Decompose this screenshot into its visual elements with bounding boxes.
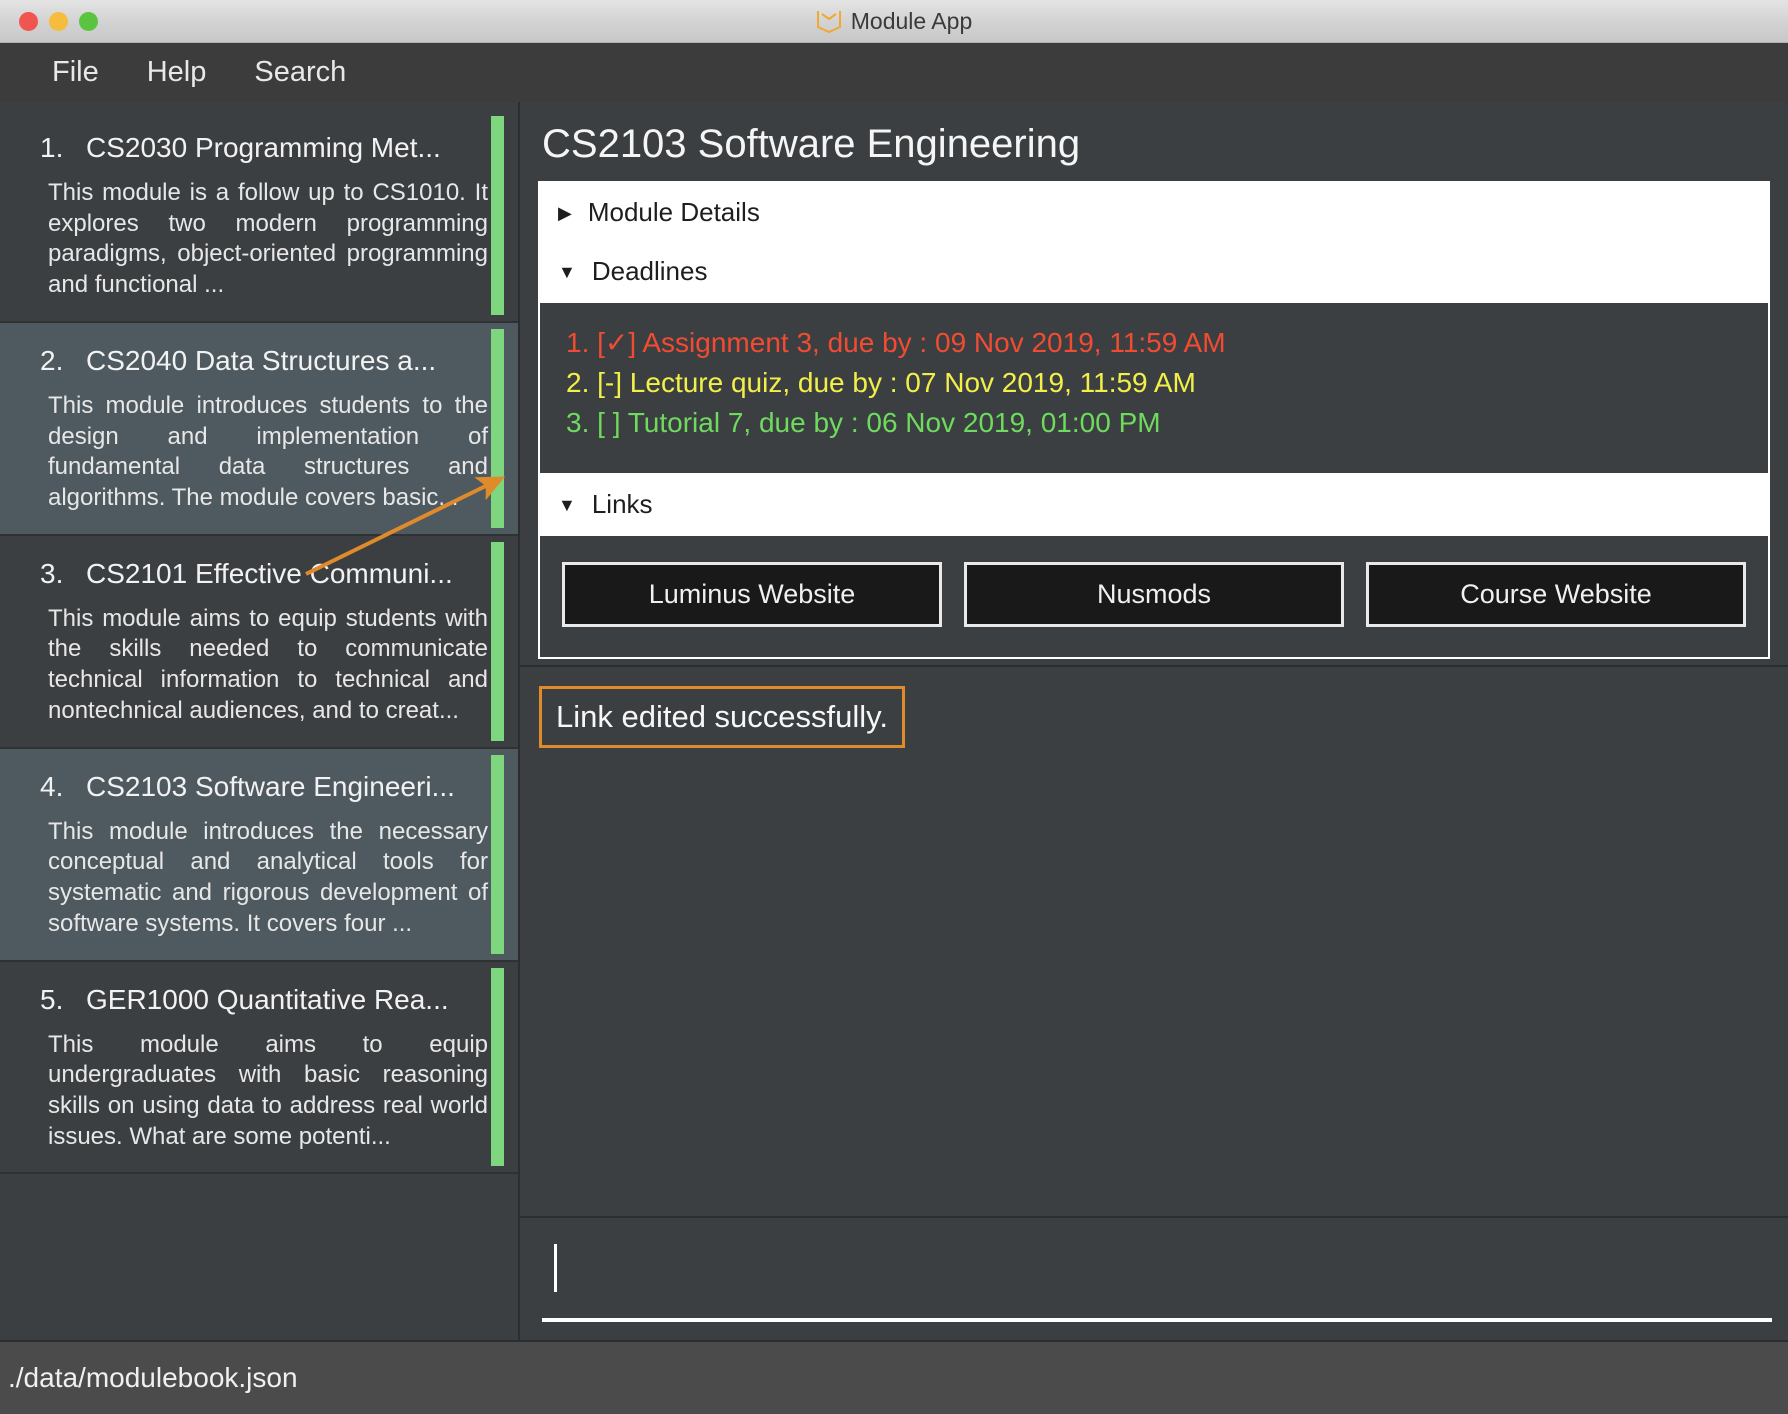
section-label-module-details: Module Details	[587, 197, 760, 227]
list-item-description: This module introduces the necessary con…	[48, 817, 488, 937]
menu-file[interactable]: File	[28, 52, 123, 93]
title-bar: Module App	[0, 0, 1788, 43]
chevron-down-icon: ▼	[558, 494, 576, 515]
command-input-area[interactable]	[520, 1218, 1788, 1340]
list-item-accent-bar	[491, 328, 504, 528]
list-item-header: 2. CS2040 Data Structures a...	[22, 335, 496, 391]
deadlines-list: 1. [✓] Assignment 3, due by : 09 Nov 201…	[540, 303, 1768, 473]
link-button-luminus[interactable]: Luminus Website	[562, 562, 942, 627]
list-item-index: 1.	[40, 132, 64, 163]
list-item-accent-bar	[491, 116, 504, 315]
deadline-row: 3. [ ] Tutorial 7, due by : 06 Nov 2019,…	[566, 406, 1161, 438]
menu-help[interactable]: Help	[123, 52, 231, 93]
list-item-index: 2.	[40, 344, 64, 376]
list-item-header: 1. CS2030 Programming Met...	[22, 122, 496, 178]
chevron-down-icon: ▼	[558, 261, 576, 282]
list-item-index: 4.	[40, 770, 64, 802]
list-item[interactable]: 2. CS2040 Data Structures a... This modu…	[0, 322, 518, 536]
list-item[interactable]: 3. CS2101 Effective Communi... This modu…	[0, 535, 518, 749]
list-item[interactable]: 1. CS2030 Programming Met... This module…	[0, 110, 518, 323]
deadline-row: 1. [✓] Assignment 3, due by : 09 Nov 201…	[566, 327, 1226, 358]
chevron-right-icon: ▶	[558, 202, 572, 223]
app-window: Module App File Help Search 1. CS2030 Pr…	[0, 0, 1788, 1414]
list-item[interactable]: 4. CS2103 Software Engineeri... This mod…	[0, 748, 518, 962]
list-item-accent-bar	[491, 967, 504, 1167]
module-list[interactable]: 1. CS2030 Programming Met... This module…	[0, 102, 518, 1340]
list-item-accent-bar	[491, 754, 504, 954]
module-detail-panel: CS2103 Software Engineering ▶ Module Det…	[305, 102, 1788, 1340]
maximize-button[interactable]	[79, 11, 98, 31]
page-title: CS2103 Software Engineering	[542, 122, 1081, 166]
status-message: Link edited successfully.	[539, 686, 905, 748]
module-header: CS2103 Software Engineering	[520, 102, 1788, 177]
result-display-area: Link edited successfully.	[520, 665, 1788, 1218]
command-input-underline	[542, 1318, 1772, 1322]
section-header-links[interactable]: ▼ Links	[540, 475, 1768, 534]
book-icon	[816, 9, 842, 34]
detail-accordion: ▶ Module Details ▼ Deadlines 1. [✓] Assi…	[538, 181, 1770, 659]
links-row: Luminus Website Nusmods Course Website	[560, 556, 1748, 643]
section-label-links: Links	[591, 489, 653, 519]
body-split: 1. CS2030 Programming Met... This module…	[0, 102, 1788, 1340]
status-bar: ./data/modulebook.json	[0, 1340, 1788, 1414]
deadline-row: 2. [-] Lecture quiz, due by : 07 Nov 201…	[566, 366, 1196, 398]
close-button[interactable]	[19, 11, 38, 31]
list-item-description: This module aims to equip students with …	[48, 604, 488, 724]
section-label-deadlines: Deadlines	[591, 256, 708, 286]
list-item-header: 3. CS2101 Effective Communi...	[22, 548, 496, 604]
list-item-header: 5. GER1000 Quantitative Rea...	[22, 974, 496, 1030]
list-item-index: 5.	[40, 983, 64, 1015]
list-item-description: This module aims to equip undergraduates…	[48, 1030, 488, 1150]
list-item-title: CS2103 Software Engineeri...	[86, 770, 455, 802]
link-button-nusmods[interactable]: Nusmods	[964, 562, 1344, 627]
text-caret	[554, 1244, 557, 1292]
section-header-module-details[interactable]: ▶ Module Details	[540, 183, 1768, 242]
save-location-path: ./data/modulebook.json	[8, 1362, 298, 1393]
list-item-index: 3.	[40, 557, 64, 589]
menu-search[interactable]: Search	[230, 52, 370, 93]
list-item-header: 4. CS2103 Software Engineeri...	[22, 761, 496, 817]
link-button-course[interactable]: Course Website	[1366, 562, 1746, 627]
list-item-title: GER1000 Quantitative Rea...	[86, 983, 449, 1015]
list-item-title: CS2040 Data Structures a...	[86, 344, 437, 376]
list-item-title: CS2030 Programming Met...	[86, 132, 441, 163]
links-container: Luminus Website Nusmods Course Website	[540, 536, 1768, 657]
module-list-panel: 1. CS2030 Programming Met... This module…	[0, 102, 520, 1340]
list-item-accent-bar	[491, 541, 504, 741]
list-item-description: This module is a follow up to CS1010. It…	[48, 179, 488, 299]
window-controls	[19, 11, 98, 31]
list-item[interactable]: 5. GER1000 Quantitative Rea... This modu…	[0, 961, 518, 1175]
minimize-button[interactable]	[49, 11, 68, 31]
window-title: Module App	[850, 7, 973, 34]
menu-bar: File Help Search	[0, 43, 1788, 102]
list-item-description: This module introduces students to the d…	[48, 391, 488, 512]
list-item-title: CS2101 Effective Communi...	[86, 557, 453, 589]
section-header-deadlines[interactable]: ▼ Deadlines	[540, 242, 1768, 301]
